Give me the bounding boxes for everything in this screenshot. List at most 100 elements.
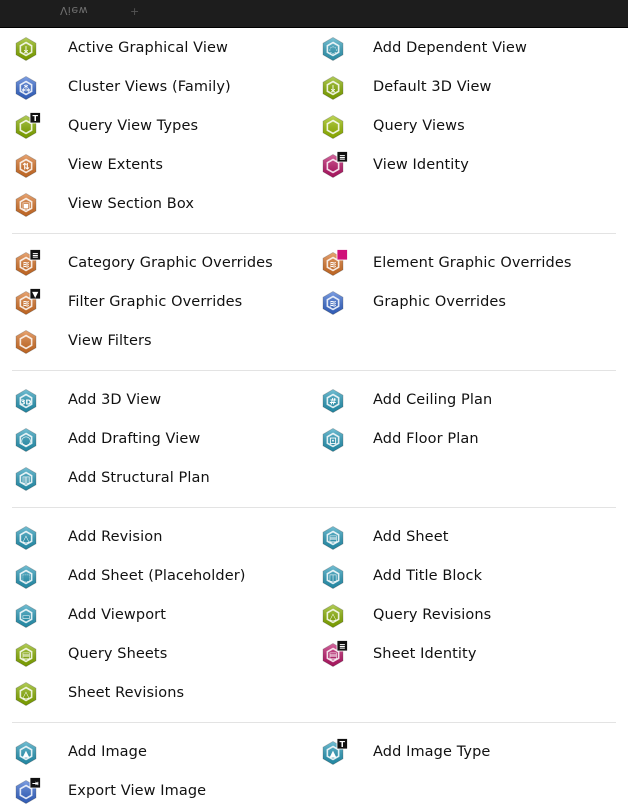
palette-item-label: Add Sheet (Placeholder) [68, 567, 246, 584]
sheet-identity-icon: ▤≡ [322, 639, 348, 667]
palette-item-view-section-box[interactable]: ▣ View Section Box [0, 184, 310, 223]
palette-item-label: Query Sheets [68, 645, 168, 662]
query-sheets-icon: ▤ [15, 642, 37, 667]
palette-item-graphic-overrides[interactable]: ≋ Graphic Overrides [310, 282, 628, 321]
svg-text:3D: 3D [21, 398, 32, 406]
svg-text:▤: ▤ [329, 534, 338, 544]
palette-item-add-3d-view[interactable]: 3D Add 3D View [0, 380, 310, 419]
graphic-overrides-icon: ≋ [322, 290, 344, 315]
add-revision-icon: △ [15, 525, 37, 550]
palette-item-add-title-block[interactable]: ◫ Add Title Block [310, 556, 628, 595]
palette-item-view-filters[interactable]: View Filters [0, 321, 310, 360]
palette-item-add-sheet-placeholder[interactable]: ⬚ Add Sheet (Placeholder) [0, 556, 310, 595]
palette-item-label: View Section Box [68, 195, 195, 212]
palette-item-cluster-views[interactable]: ⁂ Cluster Views (Family) [0, 67, 310, 106]
palette-item-add-ceiling-plan[interactable]: # Add Ceiling Plan [310, 380, 628, 419]
add-viewport-icon: ▭ [15, 603, 37, 628]
group-sheets: △ Add Revision ▤ Add Sheet ⬚ Add Sheet (Place… [0, 517, 628, 712]
palette-item-export-view-image[interactable]: ⇥ Export View Image [0, 771, 310, 810]
palette-item-label: Cluster Views (Family) [68, 78, 231, 95]
add-ceiling-plan-icon: # [322, 388, 344, 413]
palette-item-active-graphical-view[interactable]: ⤓ Active Graphical View [0, 28, 310, 67]
svg-text:◌: ◌ [329, 45, 337, 55]
svg-text:≡: ≡ [339, 153, 346, 162]
view-extents-icon: ⇅ [15, 153, 37, 178]
default-3d-view-icon: ⤓ [322, 75, 344, 100]
group-graphic-overrides: ≋ ≡ Category Graphic Overrides ≋ Element Gra… [0, 243, 628, 360]
palette-item-label: Export View Image [68, 782, 207, 799]
tab-view[interactable]: View [60, 4, 88, 17]
palette-item-add-revision[interactable]: △ Add Revision [0, 517, 310, 556]
palette-item-view-extents[interactable]: ⇅ View Extents [0, 145, 310, 184]
svg-text:≋: ≋ [329, 260, 337, 270]
palette-item-add-structural-plan[interactable]: ▥ Add Structural Plan [0, 458, 310, 497]
palette-item-filter-graphic-overrides[interactable]: ≋ ▼ Filter Graphic Overrides [0, 282, 310, 321]
svg-text:▣: ▣ [22, 201, 31, 211]
add-3d-view-icon: 3D [15, 388, 37, 413]
group-view: ⤓ Active Graphical View ◌ Add Dependent Vie… [0, 28, 628, 223]
palette-item-label: Element Graphic Overrides [373, 254, 572, 271]
palette-item-query-revisions[interactable]: △ Query Revisions [310, 595, 628, 634]
svg-text:≡: ≡ [339, 642, 346, 651]
svg-text:▤: ▤ [22, 651, 31, 661]
view-identity-icon: ≡ [322, 150, 348, 178]
active-graphical-view-icon: ⤓ [15, 36, 37, 61]
palette-item-add-image[interactable]: ▲ Add Image [0, 732, 310, 771]
svg-text:⬚: ⬚ [22, 573, 31, 583]
palette-item-label: View Extents [68, 156, 163, 173]
palette-item-default-3d-view[interactable]: ⤓ Default 3D View [310, 67, 628, 106]
palette-item-label: Graphic Overrides [373, 293, 507, 310]
palette-item-sheet-revisions[interactable]: △ Sheet Revisions [0, 673, 310, 712]
palette-item-add-image-type[interactable]: ▲ T Add Image Type [310, 732, 628, 771]
group-divider [12, 233, 616, 234]
view-filters-icon [15, 329, 37, 354]
palette-item-query-views[interactable]: Query Views [310, 106, 628, 145]
palette-item-view-identity[interactable]: ≡ View Identity [310, 145, 628, 184]
svg-text:≋: ≋ [329, 299, 337, 309]
sheet-revisions-icon: △ [15, 681, 37, 706]
add-drafting-view-icon: ◯ [15, 427, 37, 452]
svg-text:≋: ≋ [22, 299, 30, 309]
add-image-icon: ▲ [15, 740, 37, 765]
palette-item-label: Add Sheet [373, 528, 449, 545]
palette-item-label: Add Structural Plan [68, 469, 210, 486]
palette-item-add-drafting-view[interactable]: ◯ Add Drafting View [0, 419, 310, 458]
add-floor-plan-icon: ⊡ [322, 427, 344, 452]
element-graphic-overrides-icon: ≋ [322, 248, 348, 276]
palette-item-label: Default 3D View [373, 78, 492, 95]
cluster-views-icon: ⁂ [15, 75, 37, 100]
palette-item-label: Filter Graphic Overrides [68, 293, 243, 310]
svg-text:△: △ [330, 612, 337, 622]
add-dependent-view-icon: ◌ [322, 36, 344, 61]
query-views-icon [322, 114, 344, 139]
palette-item-label: Add Image [68, 743, 147, 760]
svg-text:◯: ◯ [21, 436, 31, 446]
svg-text:△: △ [23, 690, 30, 700]
palette-item-query-view-types[interactable]: T Query View Types [0, 106, 310, 145]
svg-text:△: △ [23, 534, 30, 544]
palette-item-element-graphic-overrides[interactable]: ≋ Element Graphic Overrides [310, 243, 628, 282]
query-view-types-icon: T [15, 111, 41, 139]
palette-item-category-graphic-overrides[interactable]: ≋ ≡ Category Graphic Overrides [0, 243, 310, 282]
palette-item-add-dependent-view[interactable]: ◌ Add Dependent View [310, 28, 628, 67]
group-divider [12, 370, 616, 371]
palette-item-label: Sheet Identity [373, 645, 477, 662]
svg-text:T: T [33, 114, 39, 123]
palette-item-label: Add 3D View [68, 391, 162, 408]
palette-item-label: Active Graphical View [68, 39, 228, 56]
add-structural-plan-icon: ▥ [15, 466, 37, 491]
palette-item-add-viewport[interactable]: ▭ Add Viewport [0, 595, 310, 634]
add-tab-button[interactable]: + [130, 5, 139, 18]
palette-item-sheet-identity[interactable]: ▤ ≡ Sheet Identity [310, 634, 628, 673]
group-divider [12, 507, 616, 508]
palette-item-label: View Identity [373, 156, 469, 173]
palette-item-add-floor-plan[interactable]: ⊡ Add Floor Plan [310, 419, 628, 458]
group-divider [12, 722, 616, 723]
palette-item-add-sheet[interactable]: ▤ Add Sheet [310, 517, 628, 556]
palette-item-query-sheets[interactable]: ▤ Query Sheets [0, 634, 310, 673]
svg-text:▭: ▭ [22, 612, 31, 622]
svg-text:▲: ▲ [23, 749, 30, 759]
palette-item-label: Add Ceiling Plan [373, 391, 493, 408]
group-plans: 3D Add 3D View # Add Ceiling Plan ◯ Add Draft… [0, 380, 628, 497]
palette-item-label: Add Revision [68, 528, 163, 545]
